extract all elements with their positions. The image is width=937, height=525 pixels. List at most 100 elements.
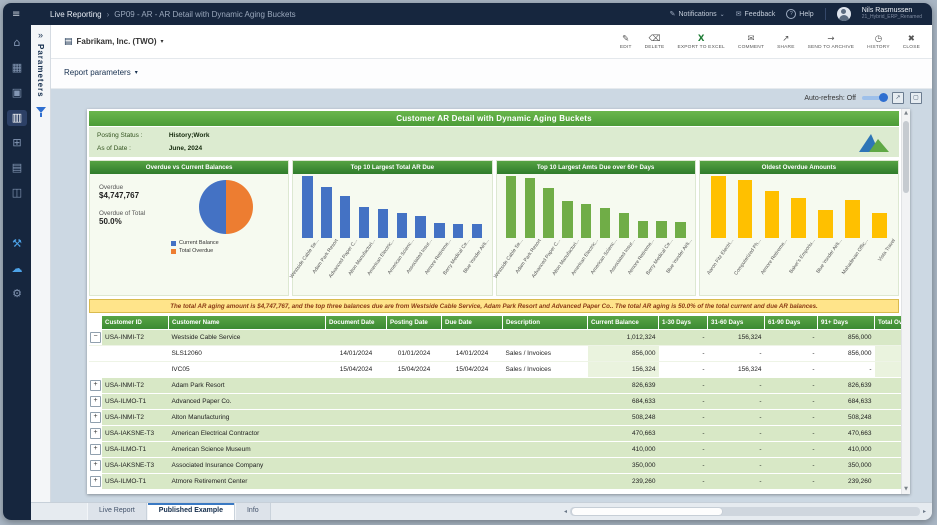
cell xyxy=(387,474,442,490)
tasks-icon[interactable]: ▣ xyxy=(7,85,27,101)
home-icon[interactable]: ⌂ xyxy=(7,35,27,51)
ar-table-body: −USA-INMI-T2Westside Cable Service1,012,… xyxy=(89,330,910,490)
bar xyxy=(577,176,596,238)
tab-live-report[interactable]: Live Report xyxy=(87,503,147,520)
overdue-pct-label: Overdue of Total xyxy=(99,210,167,217)
settings-gear-icon[interactable]: ⚙ xyxy=(7,286,27,302)
report-info: Posting Status : History;Work As of Date… xyxy=(89,127,899,157)
days-1-30: - xyxy=(659,410,708,426)
cloud-icon[interactable]: ☁ xyxy=(7,261,27,277)
send-to-archive-button[interactable]: →SEND TO ARCHIVE xyxy=(808,34,855,50)
bar xyxy=(336,176,355,238)
vertical-scrollbar-thumb[interactable] xyxy=(903,121,909,193)
customer-group-row[interactable]: +USA-ILMO-T1American Science Museum410,0… xyxy=(89,442,910,458)
customer-id: USA-ILMO-T1 xyxy=(102,474,169,490)
current-balance: 856,000 xyxy=(588,346,659,362)
days-31-60: - xyxy=(708,442,765,458)
reports-icon[interactable]: ▥ xyxy=(7,110,27,126)
feedback-icon: ✉ xyxy=(736,10,742,18)
delete-button[interactable]: ⌫DELETE xyxy=(645,34,665,50)
customer-group-row[interactable]: +USA-ILMO-T1Atmore Retirement Center239,… xyxy=(89,474,910,490)
data-warehouse-icon[interactable]: ◫ xyxy=(7,185,27,201)
company-selector[interactable]: ▤ Fabrikam, Inc. (TWO) ▾ xyxy=(64,37,164,47)
popout-report-icon[interactable]: ▢ xyxy=(910,92,922,104)
help-button[interactable]: ? Help xyxy=(786,9,813,19)
posting-status-value: History;Work xyxy=(169,132,210,139)
notifications-button[interactable]: ✎ Notifications ⌄ xyxy=(670,10,725,18)
cell xyxy=(442,426,503,442)
legend-item: Total Overdue xyxy=(171,247,219,255)
budget-icon[interactable]: ⊞ xyxy=(7,135,27,151)
comment-button[interactable]: ✉COMMENT xyxy=(738,34,764,50)
user-menu[interactable]: Nils Rasmussen 21_Hybrid_ERP_Renamed xyxy=(862,7,922,21)
horizontal-scrollbar-track[interactable] xyxy=(570,507,920,516)
report-parameters-toggle[interactable]: Report parameters ▾ xyxy=(64,68,138,77)
column-header: Due Date xyxy=(442,316,503,330)
history-button[interactable]: ◷HISTORY xyxy=(867,34,890,50)
cell xyxy=(442,442,503,458)
modules-grid-icon[interactable]: ▦ xyxy=(7,60,27,76)
scroll-down-icon[interactable]: ▼ xyxy=(902,485,910,494)
invoice-detail-row[interactable]: SLS1206014/01/202401/01/202414/01/2024Sa… xyxy=(89,346,910,362)
expand-report-icon[interactable]: ↗ xyxy=(892,92,904,104)
row-expander[interactable]: + xyxy=(90,460,101,471)
customer-group-row[interactable]: +USA-IAKSNE-T3Associated Insurance Compa… xyxy=(89,458,910,474)
breadcrumb-section[interactable]: Live Reporting xyxy=(50,10,102,19)
row-expander[interactable]: − xyxy=(90,332,101,343)
row-expander[interactable]: + xyxy=(90,380,101,391)
user-avatar[interactable] xyxy=(837,7,851,21)
horizontal-scrollbar-thumb[interactable] xyxy=(572,508,722,515)
days-1-30: - xyxy=(659,394,708,410)
auto-refresh-row: Auto-refresh: Off ↗ ▢ xyxy=(804,92,922,104)
company-logo xyxy=(857,130,891,152)
row-expander[interactable]: + xyxy=(90,412,101,423)
close-button[interactable]: ✖CLOSE xyxy=(903,34,920,50)
export-to-excel-button[interactable]: XEXPORT TO EXCEL xyxy=(677,34,724,50)
auto-refresh-toggle[interactable] xyxy=(862,96,886,100)
row-expander[interactable]: + xyxy=(90,396,101,407)
feedback-button[interactable]: ✉ Feedback xyxy=(736,10,776,18)
column-header: Current Balance xyxy=(588,316,659,330)
row-expander[interactable]: + xyxy=(90,428,101,439)
share-button[interactable]: ↗SHARE xyxy=(777,34,795,50)
scroll-left-icon[interactable]: ◂ xyxy=(564,508,567,515)
customer-group-row[interactable]: +USA-IAKSNE-T3American Electrical Contra… xyxy=(89,426,910,442)
customer-name: Atmore Retirement Center xyxy=(169,474,326,490)
scroll-up-icon[interactable]: ▲ xyxy=(902,109,910,118)
expand-chevrons-icon[interactable]: » xyxy=(38,30,43,40)
edit-button[interactable]: ✎EDIT xyxy=(620,34,632,50)
customer-group-row[interactable]: −USA-INMI-T2Westside Cable Service1,012,… xyxy=(89,330,910,346)
topbar: ≡ Live Reporting › GP09 - AR - AR Detail… xyxy=(3,3,932,25)
legend-swatch xyxy=(171,249,176,254)
customer-group-row[interactable]: +USA-INMI-T2Alton Manufacturing508,248--… xyxy=(89,410,910,426)
days-61-90: - xyxy=(765,442,818,458)
horizontal-scrollbar[interactable]: ◂ ▸ xyxy=(564,507,932,516)
row-expander[interactable]: + xyxy=(90,444,101,455)
customer-group-row[interactable]: +USA-INMI-T2Adam Park Resort826,639---82… xyxy=(89,378,910,394)
toggle-knob[interactable] xyxy=(879,93,888,102)
customer-group-row[interactable]: +USA-ILMO-T1Advanced Paper Co.684,633---… xyxy=(89,394,910,410)
days-61-90: - xyxy=(765,378,818,394)
scroll-right-icon[interactable]: ▸ xyxy=(923,508,926,515)
tab-published-example[interactable]: Published Example xyxy=(147,503,235,520)
breadcrumb-separator-icon: › xyxy=(107,10,110,19)
tools-icon[interactable]: ⚒ xyxy=(7,236,27,252)
history-label: HISTORY xyxy=(867,45,890,50)
documents-icon[interactable]: ▤ xyxy=(7,160,27,176)
parameters-panel-collapsed[interactable]: » Parameters xyxy=(31,25,51,502)
overdue-pct-value: 50.0% xyxy=(99,217,167,226)
building-icon: ▤ xyxy=(64,37,73,47)
customer-id: USA-INMI-T2 xyxy=(102,378,169,394)
card-vertical-scrollbar[interactable]: ▲ ▼ xyxy=(901,109,910,494)
x-axis-labels: Westside Cable Se...Adam Park ResortAdva… xyxy=(296,238,488,295)
cell xyxy=(326,458,387,474)
x-label: Blue Yonder Airli... xyxy=(812,238,839,295)
invoice-detail-row[interactable]: IVC0515/04/202415/04/202415/04/2024Sales… xyxy=(89,362,910,378)
row-expander[interactable]: + xyxy=(90,476,101,487)
tab-info[interactable]: Info xyxy=(235,503,271,520)
current-balance: 156,324 xyxy=(588,362,659,378)
document-number: SLS12060 xyxy=(169,346,326,362)
menu-icon[interactable]: ≡ xyxy=(12,9,30,20)
ar-table: Customer IDCustomer NameDocument DatePos… xyxy=(89,316,910,489)
customer-id: USA-ILMO-T1 xyxy=(102,394,169,410)
